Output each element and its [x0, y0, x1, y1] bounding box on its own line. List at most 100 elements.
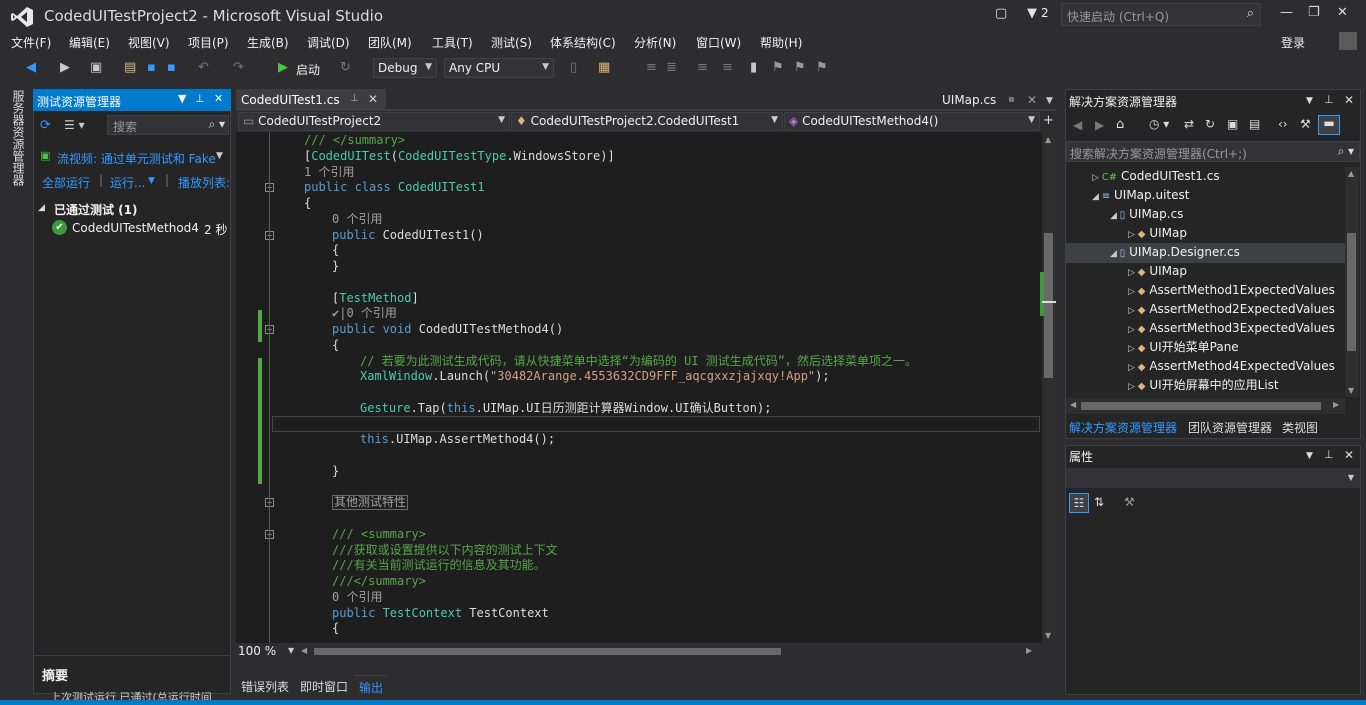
tab-uimap[interactable]: UIMap.cs — [942, 93, 996, 107]
passed-tests-group[interactable]: 已通过测试 (1) — [54, 201, 138, 218]
code-line[interactable]: 1 个引用 — [304, 165, 354, 181]
start-button[interactable]: 启动 — [296, 61, 320, 78]
menu-debug[interactable]: 调试(D) — [307, 34, 350, 51]
tab-team-explorer[interactable]: 团队资源管理器 — [1188, 419, 1272, 436]
project-select[interactable]: ▭ CodedUITestProject2 ▼ — [238, 112, 510, 131]
tab-codeduitest1[interactable]: CodedUITest1.cs ⊥ ✕ — [236, 89, 386, 111]
pin-icon[interactable]: ⊥ — [195, 92, 205, 105]
align-icon[interactable]: ≡ — [646, 60, 657, 75]
tab-class-view[interactable]: 类视图 — [1282, 419, 1318, 436]
dropdown-icon[interactable]: ▼ — [1306, 96, 1313, 106]
properties-icon[interactable]: ⚒ — [1300, 117, 1311, 131]
code-line[interactable]: ///</summary> — [332, 574, 426, 590]
code-line[interactable]: { — [332, 338, 339, 354]
start-icon[interactable]: ▶ — [278, 60, 288, 75]
new-project-icon[interactable]: ▣ — [90, 60, 102, 75]
zoom-select[interactable]: 100 % ▼ — [238, 644, 298, 660]
tree-item[interactable]: ▷ ◆ UI开始菜单Pane — [1128, 338, 1239, 357]
uncomment-icon[interactable]: ≡ — [722, 60, 733, 75]
tree-vertical-scrollbar[interactable]: ▲ ▼ — [1345, 167, 1359, 397]
notification-flag-icon[interactable]: ▼ — [1027, 6, 1037, 21]
code-line[interactable]: this.UIMap.AssertMethod4(); — [360, 432, 555, 448]
member-select[interactable]: ◈ CodedUITestMethod4() ▼ — [784, 112, 1040, 131]
dropdown-icon[interactable]: ▼ — [1306, 451, 1313, 461]
open-folder-icon[interactable]: ▤ — [124, 60, 136, 75]
indent-icon[interactable]: ≣ — [666, 60, 677, 75]
tab-immediate-window[interactable]: 即时窗口 — [300, 678, 348, 695]
redo-icon[interactable]: ↷ — [233, 60, 244, 75]
home-icon[interactable]: ⌂ — [1116, 117, 1124, 132]
vertical-scrollbar[interactable]: ▲ ▼ — [1042, 132, 1056, 643]
property-pages-icon[interactable]: ⚒ — [1124, 495, 1135, 509]
code-line[interactable]: ✔|0 个引用 — [332, 306, 397, 322]
history-icon[interactable]: ◷ ▾ — [1149, 117, 1169, 131]
menu-edit[interactable]: 编辑(E) — [69, 34, 110, 51]
menu-file[interactable]: 文件(F) — [11, 34, 51, 51]
refresh-icon[interactable]: ↻ — [1205, 117, 1215, 131]
solution-search-input[interactable]: 搜索解决方案资源管理器(Ctrl+;) ⌕ ▾ — [1066, 141, 1360, 162]
sync-icon[interactable]: ⇄ — [1184, 117, 1194, 131]
menu-view[interactable]: 视图(V) — [128, 34, 170, 51]
minimize-button[interactable]: — — [1280, 5, 1293, 20]
code-line[interactable]: { — [332, 243, 339, 259]
run-all-link[interactable]: 全部运行 — [42, 174, 90, 191]
tab-output[interactable]: 输出 — [355, 675, 388, 699]
server-explorer-strip[interactable]: 服务器资源管理器 — [0, 85, 32, 705]
menu-team[interactable]: 团队(M) — [368, 34, 412, 51]
save-all-icon[interactable]: ▪ — [167, 60, 176, 75]
code-line[interactable]: 0 个引用 — [332, 212, 382, 228]
code-line[interactable]: public class CodedUITest1 — [304, 180, 485, 196]
test-search-input[interactable]: 搜索 ⌕ ▾ — [107, 115, 229, 135]
menu-window[interactable]: 窗口(W) — [696, 34, 741, 51]
code-line[interactable]: /// </summary> — [304, 133, 405, 149]
code-line[interactable]: [TestMethod] — [332, 291, 419, 307]
quick-launch-input[interactable]: 快速启动 (Ctrl+Q) ⌕ — [1061, 3, 1261, 26]
menu-help[interactable]: 帮助(H) — [760, 34, 802, 51]
forward-icon[interactable]: ▶ — [1095, 118, 1104, 132]
tree-horizontal-scrollbar[interactable]: ◀ ▶ — [1066, 398, 1345, 414]
tab-error-list[interactable]: 错误列表 — [241, 678, 289, 695]
view-code-icon[interactable]: ‹› — [1278, 117, 1288, 131]
object-select[interactable]: ▼ — [1066, 468, 1360, 488]
solution-configuration-select[interactable]: Debug ▼ — [373, 58, 437, 78]
horizontal-scroll-thumb[interactable] — [314, 648, 781, 655]
dropdown-icon[interactable]: ▼ — [178, 92, 186, 105]
close-icon[interactable]: ✕ — [214, 92, 223, 105]
next-bookmark-icon[interactable]: ⚑ — [794, 60, 806, 75]
refresh-tests-icon[interactable]: ⟳ — [40, 118, 51, 133]
refresh-icon[interactable]: ↻ — [340, 60, 351, 75]
code-line[interactable]: // 若要为此测试生成代码，请从快捷菜单中选择“为编码的 UI 测试生成代码”，… — [360, 354, 917, 370]
alphabetical-icon[interactable]: ⇅ — [1094, 495, 1104, 509]
feedback-icon[interactable]: ▢ — [995, 6, 1007, 21]
close-icon[interactable]: ✕ — [1027, 93, 1037, 107]
preview-icon[interactable]: ▬ — [1318, 115, 1340, 135]
split-icon[interactable]: + — [1043, 113, 1054, 128]
tab-solution-explorer[interactable]: 解决方案资源管理器 — [1069, 419, 1177, 436]
close-button[interactable]: ✕ — [1337, 5, 1348, 20]
chevron-down-icon[interactable]: ▼ — [148, 176, 155, 186]
code-line[interactable]: } — [332, 464, 339, 480]
show-all-files-icon[interactable]: ▤ — [1249, 117, 1260, 131]
code-line[interactable]: { — [332, 621, 339, 637]
code-line[interactable]: { — [304, 196, 311, 212]
tree-item[interactable]: ◢ ▯ UIMap.Designer.cs — [1110, 243, 1240, 262]
code-line[interactable]: Gesture.Tap(this.UIMap.UI日历测距计算器Window.U… — [360, 401, 771, 417]
pin-icon[interactable]: ⊥ — [1324, 448, 1334, 461]
run-link[interactable]: 运行... — [110, 174, 145, 191]
playlist-label[interactable]: 播放列表: — [178, 174, 230, 191]
code-line[interactable]: public TestContext TestContext — [332, 606, 549, 622]
playlist-link[interactable]: 流视频: 通过单元测试和 Fake — [57, 150, 217, 167]
clear-bookmarks-icon[interactable]: ⚑ — [816, 60, 828, 75]
pin-icon[interactable]: ▪ — [1008, 94, 1015, 105]
collapse-all-icon[interactable]: ▣ — [1227, 117, 1238, 131]
code-line[interactable]: 0 个引用 — [332, 590, 382, 606]
tree-item[interactable]: ◢ ▯ UIMap.cs — [1110, 205, 1183, 224]
collapse-icon[interactable]: ◢ — [38, 203, 45, 213]
categorized-icon[interactable]: ☷ — [1069, 493, 1089, 513]
code-editor[interactable]: /// </summary> [CodedUITest(CodedUITestTy… — [236, 132, 1042, 643]
sign-in-link[interactable]: 登录 — [1281, 34, 1305, 51]
tree-item[interactable]: ▷ ◆ UIMap — [1128, 224, 1187, 243]
device-icon[interactable]: ▯ — [570, 60, 577, 75]
menu-test[interactable]: 测试(S) — [491, 34, 532, 51]
prev-bookmark-icon[interactable]: ⚑ — [772, 60, 784, 75]
